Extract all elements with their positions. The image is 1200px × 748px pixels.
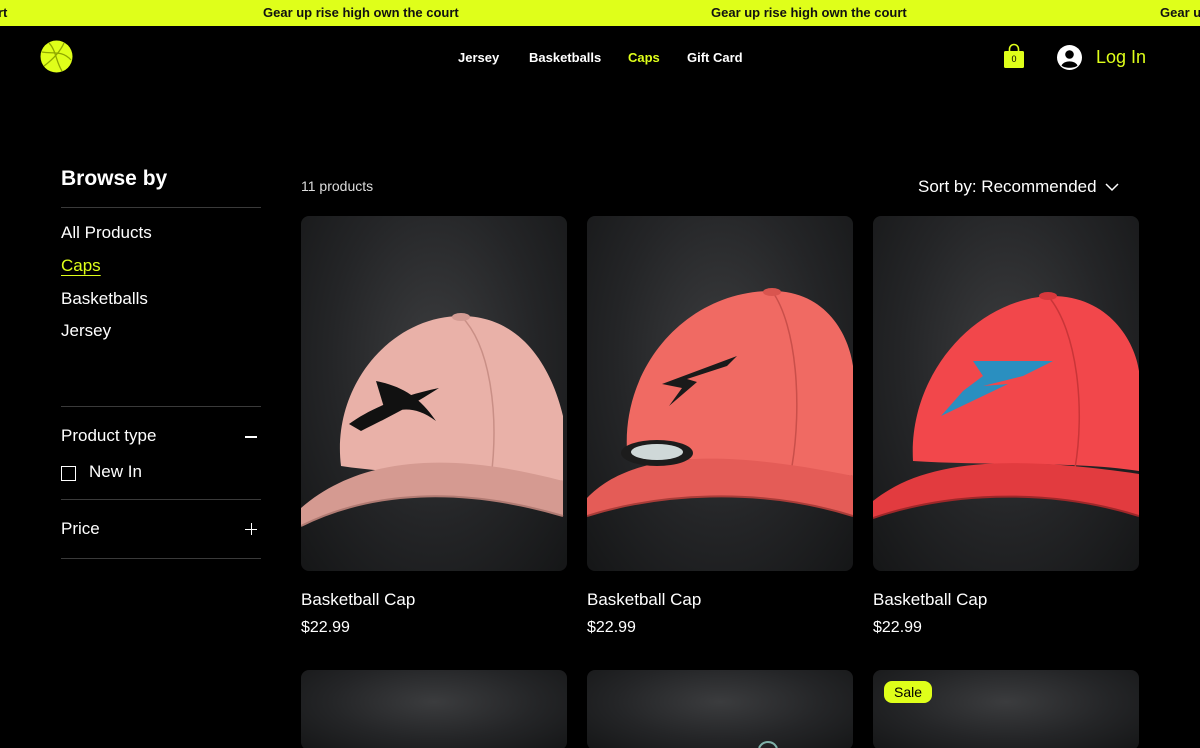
cart-button[interactable]: 0 [1003,43,1025,69]
cap-image [873,292,1139,519]
product-image [758,741,778,748]
product-card-image[interactable]: Sale [873,670,1139,748]
product-card-image[interactable] [301,670,567,748]
sale-badge: Sale [884,681,933,703]
user-avatar-icon [1057,44,1082,70]
category-jersey[interactable]: Jersey [61,321,111,341]
product-card-image[interactable] [587,670,853,748]
product-name[interactable]: Basketball Cap [301,590,415,610]
cart-count: 0 [1011,54,1017,64]
category-caps[interactable]: Caps [61,256,101,276]
divider [61,499,261,500]
divider [61,207,261,208]
category-basketballs[interactable]: Basketballs [61,289,148,309]
product-name[interactable]: Basketball Cap [587,590,701,610]
marquee-text: Gear up rise high own the court [711,5,907,20]
product-card-image[interactable] [873,216,1139,571]
marquee-text: rt [0,5,8,20]
chevron-down-icon [1105,182,1119,191]
nav-item-jersey[interactable]: Jersey [458,50,499,65]
expand-plus-icon[interactable] [245,523,257,535]
product-count: 11 products [301,178,374,194]
browse-by-heading: Browse by [61,167,168,190]
marquee-text: Gear u [1160,5,1200,20]
new-in-checkbox[interactable] [61,466,76,481]
nav-item-basketballs[interactable]: Basketballs [529,50,601,65]
product-card-image[interactable] [301,216,567,571]
product-card-image[interactable] [587,216,853,571]
product-price: $22.99 [873,619,922,636]
login-button[interactable]: Log In [1057,43,1146,71]
announcement-marquee: rt Gear up rise high own the court Gear … [0,0,1200,26]
filter-product-type-toggle[interactable]: Product type [61,426,156,446]
product-name[interactable]: Basketball Cap [873,590,987,610]
category-all-products[interactable]: All Products [61,223,152,243]
product-price: $22.99 [587,619,636,636]
divider [61,558,261,559]
nav-item-caps[interactable]: Caps [628,50,660,65]
login-label: Log In [1096,46,1147,67]
sort-label: Sort by: Recommended [918,177,1097,196]
product-price: $22.99 [301,619,350,636]
cap-image [301,313,564,527]
nav-item-gift-card[interactable]: Gift Card [687,50,743,65]
new-in-label[interactable]: New In [89,462,142,482]
filter-price-toggle[interactable]: Price [61,519,100,539]
collapse-minus-icon[interactable] [245,436,257,438]
sort-dropdown[interactable]: Sort by: Recommended [918,177,1119,197]
divider [61,406,261,407]
cap-image [587,288,853,517]
marquee-text: Gear up rise high own the court [263,5,459,20]
